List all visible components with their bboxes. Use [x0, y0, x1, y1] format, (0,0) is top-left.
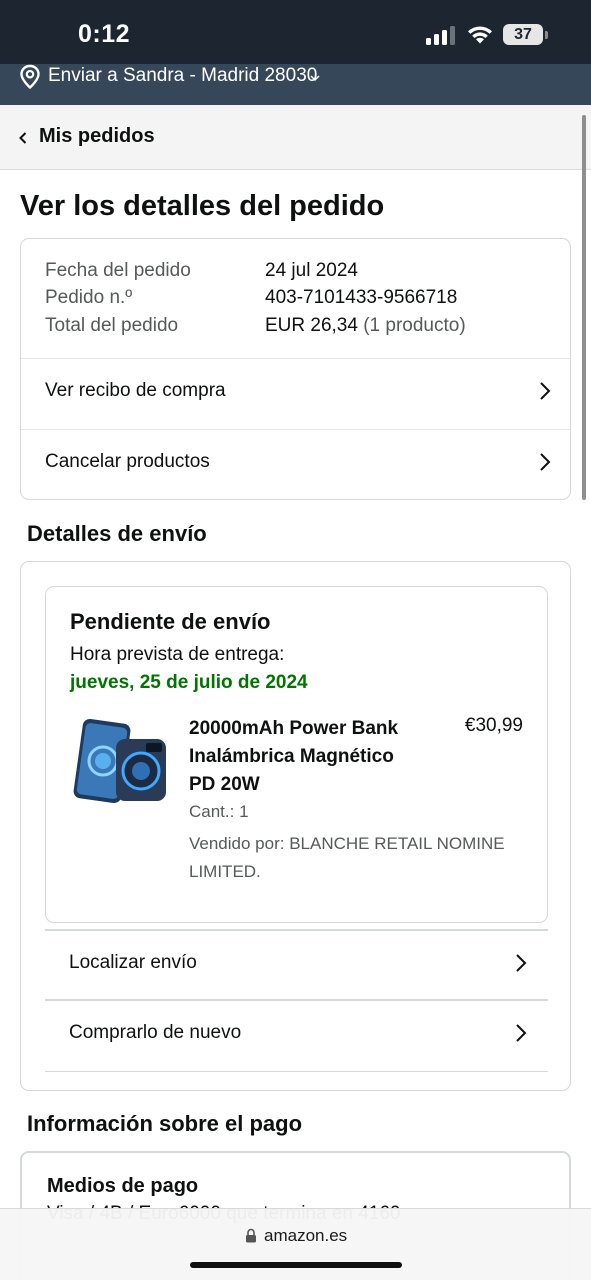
status-bar: 0:12 37 — [0, 0, 591, 64]
payment-section-title: Información sobre el pago — [27, 1111, 303, 1136]
back-navigation[interactable]: Mis pedidos — [0, 105, 591, 170]
status-time: 0:12 — [78, 20, 131, 48]
order-item-count: (1 producto) — [363, 315, 466, 336]
cellular-signal-icon — [426, 26, 456, 45]
order-date-label: Fecha del pedido — [45, 260, 191, 281]
shipment-details: Pendiente de envío Hora prevista de entr… — [45, 586, 548, 923]
cancel-products-link[interactable]: Cancelar productos — [21, 430, 570, 500]
product-price: €30,99 — [464, 715, 523, 736]
shipment-status: Pendiente de envío — [70, 609, 271, 634]
battery-cap — [545, 31, 548, 39]
chevron-right-icon — [540, 382, 551, 400]
view-receipt-label: Ver recibo de compra — [45, 380, 226, 401]
view-receipt-link[interactable]: Ver recibo de compra — [21, 359, 570, 429]
order-total-value: EUR 26,34 (1 producto) — [265, 315, 466, 337]
buy-again-label: Comprarlo de nuevo — [69, 1022, 242, 1043]
order-date-value: 24 jul 2024 — [265, 260, 358, 281]
chevron-down-icon — [310, 75, 320, 82]
order-total-label: Total del pedido — [45, 315, 179, 336]
product-image[interactable] — [70, 717, 170, 805]
shipping-section-title: Detalles de envío — [27, 521, 207, 546]
wifi-icon — [468, 26, 492, 44]
location-pin-icon — [20, 64, 40, 90]
delivery-location-bar[interactable]: Enviar a Sandra - Madrid 28030 — [0, 64, 591, 105]
url-text: amazon.es — [264, 1226, 348, 1245]
track-shipment-link[interactable]: Localizar envío — [45, 931, 548, 1001]
lock-icon — [246, 1228, 256, 1243]
browser-address-bar[interactable]: amazon.es — [0, 1208, 591, 1280]
payment-methods-label: Medios de pago — [47, 1175, 199, 1197]
divider — [45, 1071, 548, 1072]
track-shipment-label: Localizar envío — [69, 952, 197, 973]
order-number-value: 403-7101433-9566718 — [265, 287, 458, 308]
battery-level: 37 — [514, 26, 532, 43]
product-title[interactable]: 20000mAh Power Bank Inalámbrica Magnétic… — [189, 715, 419, 799]
order-total-amount: EUR 26,34 — [265, 315, 358, 336]
back-link-mis-pedidos[interactable]: Mis pedidos — [39, 125, 155, 148]
eta-date: jueves, 25 de julio de 2024 — [70, 672, 308, 693]
buy-again-link[interactable]: Comprarlo de nuevo — [45, 1001, 548, 1071]
page-title: Ver los detalles del pedido — [20, 190, 385, 222]
battery-icon: 37 — [503, 24, 543, 45]
chevron-right-icon — [516, 1024, 527, 1042]
chevron-left-icon — [19, 132, 27, 144]
delivery-location-text: Enviar a Sandra - Madrid 28030 — [48, 65, 318, 86]
scrollbar[interactable] — [582, 115, 586, 500]
chevron-right-icon — [516, 954, 527, 972]
home-indicator[interactable] — [190, 1262, 402, 1268]
order-summary-card: Fecha del pedido 24 jul 2024 Pedido n.º … — [20, 238, 571, 500]
order-number-label: Pedido n.º — [45, 287, 133, 308]
chevron-right-icon — [540, 453, 551, 471]
product-seller: Vendido por: BLANCHE RETAIL NOMINE LIMIT… — [189, 834, 505, 881]
shipment-card: Pendiente de envío Hora prevista de entr… — [20, 561, 571, 1091]
eta-label: Hora prevista de entrega: — [70, 644, 285, 665]
product-quantity: Cant.: 1 — [189, 802, 249, 821]
cancel-products-label: Cancelar productos — [45, 451, 210, 472]
